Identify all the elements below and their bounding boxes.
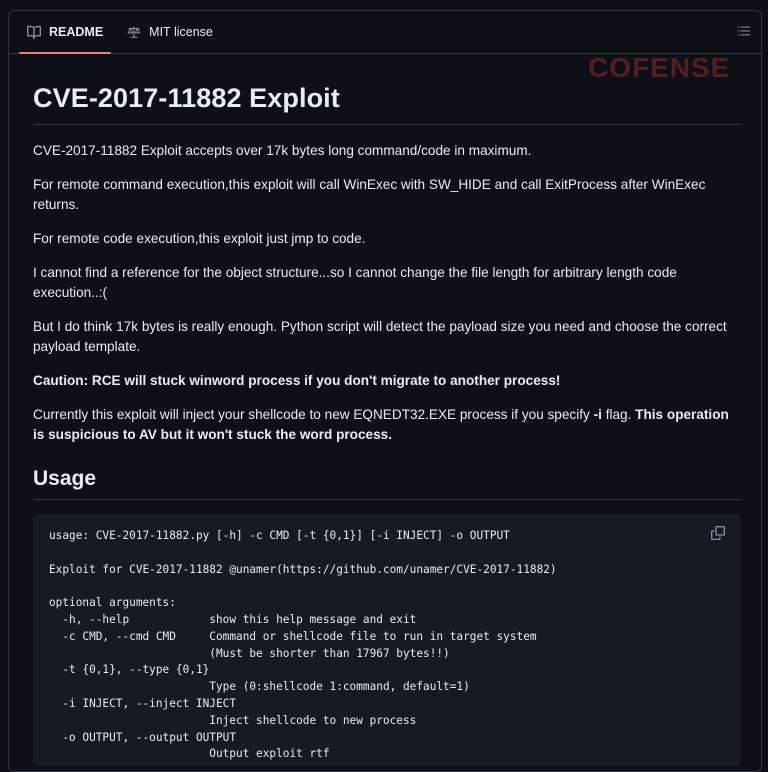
caution-text: Caution: RCE will stuck winword process … [33,371,741,391]
paragraph: But I do think 17k bytes is really enoug… [33,319,727,354]
paragraph: I cannot find a reference for the object… [33,265,677,300]
readme-content: CVE-2017-11882 Exploit CVE-2017-11882 Ex… [33,53,741,766]
tab-readme-label: README [49,25,104,39]
book-icon [27,25,41,39]
tab-mit-license[interactable]: MIT license [119,11,221,53]
copy-icon[interactable] [711,526,727,542]
readme-panel: README MIT license CVE-2017-11882 Exploi… [8,10,762,772]
outline-icon[interactable] [737,24,753,40]
inject-text-pre: Currently this exploit will inject your … [33,407,594,422]
inject-flag: -i [593,407,602,422]
paragraph: CVE-2017-11882 Exploit accepts over 17k … [33,143,532,158]
readme-tab-bar: README MIT license [9,11,761,54]
code-block: usage: CVE-2017-11882.py [-h] -c CMD [-t… [33,514,741,766]
scale-icon [127,25,141,39]
paragraph: For remote command execution,this exploi… [33,177,706,212]
inject-text-mid: flag. [601,407,636,422]
paragraph: For remote code execution,this exploit j… [33,231,366,246]
tab-readme[interactable]: README [19,11,112,54]
watermark-text: COFENSE [588,52,731,83]
page-title: CVE-2017-11882 Exploit [33,83,741,125]
paragraph-inject: Currently this exploit will inject your … [33,405,741,445]
cofense-watermark-logo: COFENSE [588,52,730,84]
tab-mit-license-label: MIT license [149,25,213,39]
usage-heading: Usage [33,467,741,500]
code-text: usage: CVE-2017-11882.py [-h] -c CMD [-t… [49,529,557,761]
caution-bold: Caution: RCE will stuck winword process … [33,373,561,388]
